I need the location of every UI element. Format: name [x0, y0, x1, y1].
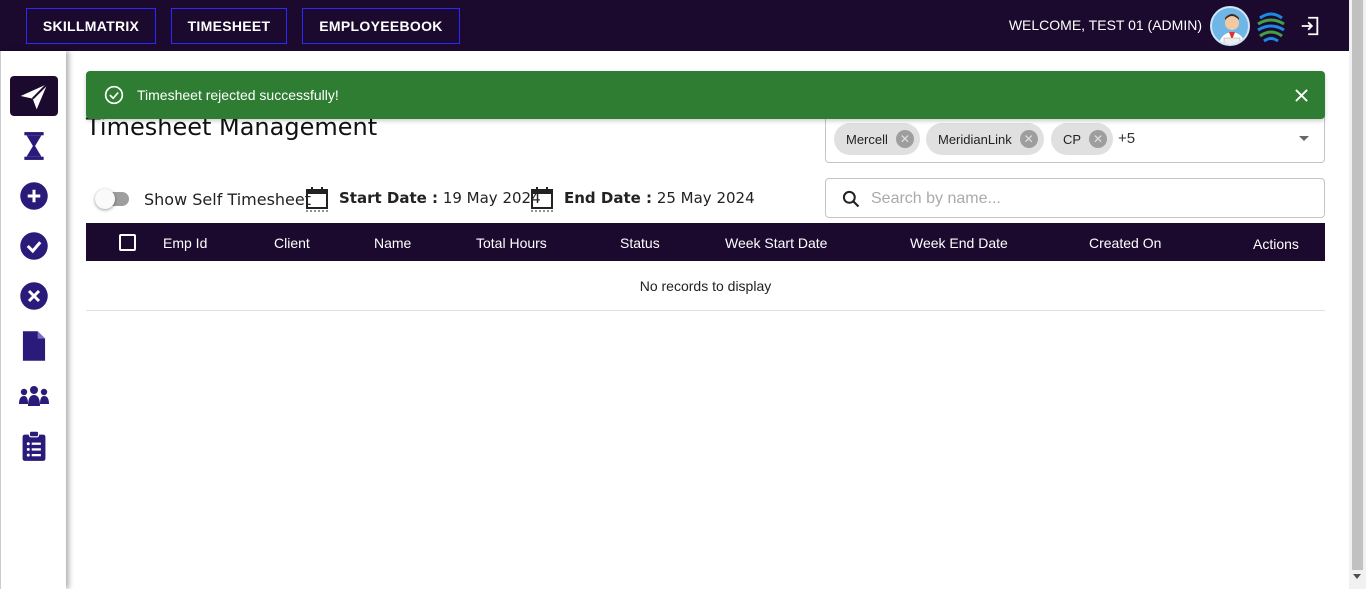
- sidebar-item-add[interactable]: [10, 176, 58, 216]
- sidebar-item-clipboard[interactable]: [10, 426, 58, 466]
- check-circle-icon: [20, 232, 48, 260]
- end-date-text: End Date : 25 May 2024: [564, 189, 755, 207]
- column-header-client[interactable]: Client: [274, 235, 310, 251]
- top-navigation-bar: SKILLMATRIX TIMESHEET EMPLOYEEBOOK WELCO…: [0, 0, 1349, 51]
- sidebar-item-approve[interactable]: [10, 226, 58, 266]
- column-header-name[interactable]: Name: [374, 235, 411, 251]
- table-header: Emp Id Client Name Total Hours Status We…: [86, 223, 1325, 261]
- sidebar-item-reject[interactable]: [10, 276, 58, 316]
- nav-employeebook-button[interactable]: EMPLOYEEBOOK: [302, 8, 460, 44]
- user-avatar[interactable]: [1210, 6, 1250, 46]
- sidebar-item-hourglass[interactable]: [10, 126, 58, 166]
- chip-label: CP: [1063, 131, 1082, 147]
- welcome-text: WELCOME, TEST 01 (ADMIN): [1008, 17, 1202, 33]
- column-header-created-on[interactable]: Created On: [1089, 235, 1161, 251]
- client-chip-cp[interactable]: CP ✕: [1051, 123, 1114, 155]
- close-icon[interactable]: [1295, 89, 1308, 102]
- end-date-label: End Date :: [564, 189, 653, 207]
- chip-label: Mercell: [846, 131, 888, 147]
- sidebar: [0, 51, 66, 589]
- logout-icon[interactable]: [1299, 15, 1321, 37]
- chip-remove-icon[interactable]: ✕: [1019, 130, 1038, 148]
- column-header-status[interactable]: Status: [620, 235, 660, 251]
- show-self-timesheet-toggle[interactable]: [95, 189, 133, 209]
- more-chips-count: +5: [1118, 130, 1136, 147]
- add-circle-icon: [20, 182, 48, 210]
- column-header-week-end-date[interactable]: Week End Date: [910, 235, 1008, 251]
- empty-table-message: No records to display: [86, 261, 1325, 311]
- chevron-down-icon[interactable]: [1299, 136, 1309, 141]
- column-header-emp-id[interactable]: Emp Id: [163, 235, 207, 251]
- globe-logo: [1257, 12, 1285, 43]
- search-input[interactable]: [871, 188, 1301, 210]
- start-date-label: Start Date :: [339, 189, 439, 207]
- end-date-calendar-icon[interactable]: [530, 186, 554, 212]
- client-chip-meridianlink[interactable]: MeridianLink ✕: [926, 123, 1044, 155]
- cancel-circle-icon: [20, 282, 48, 310]
- column-header-week-start-date[interactable]: Week Start Date: [725, 235, 827, 251]
- chip-label: MeridianLink: [938, 131, 1012, 147]
- clipboard-list-icon: [22, 430, 46, 461]
- team-icon: [19, 386, 49, 406]
- sidebar-item-send[interactable]: [10, 76, 58, 116]
- nav-timesheet-button[interactable]: TIMESHEET: [171, 8, 287, 44]
- select-all-checkbox[interactable]: [119, 234, 136, 251]
- document-icon: [22, 331, 46, 361]
- hourglass-icon: [24, 132, 44, 160]
- scrollbar-thumb[interactable]: [1352, 0, 1363, 570]
- search-box[interactable]: [825, 178, 1325, 218]
- client-multiselect[interactable]: Mercell ✕ MeridianLink ✕ CP ✕ +5: [825, 115, 1325, 163]
- client-chip-mercell[interactable]: Mercell ✕: [834, 123, 920, 155]
- start-date-calendar-icon[interactable]: [305, 186, 329, 212]
- sidebar-item-document[interactable]: [10, 326, 58, 366]
- toggle-knob: [95, 189, 115, 209]
- nav-skillmatrix-button[interactable]: SKILLMATRIX: [26, 8, 156, 44]
- search-icon: [842, 190, 860, 208]
- column-header-actions: Actions: [1253, 236, 1299, 252]
- end-date-value: 25 May 2024: [656, 189, 755, 207]
- sidebar-item-team[interactable]: [10, 376, 58, 416]
- start-date-text: Start Date : 19 May 2024: [339, 189, 541, 207]
- show-self-timesheet-label: Show Self Timesheet: [144, 190, 312, 209]
- toast-message: Timesheet rejected successfully!: [137, 87, 339, 103]
- column-header-total-hours[interactable]: Total Hours: [476, 235, 547, 251]
- success-toast: Timesheet rejected successfully!: [86, 71, 1325, 119]
- start-date-value: 19 May 2024: [442, 189, 541, 207]
- check-circle-outline-icon: [104, 85, 124, 105]
- chip-remove-icon[interactable]: ✕: [895, 130, 914, 148]
- chip-remove-icon[interactable]: ✕: [1089, 130, 1108, 148]
- send-icon: [20, 83, 49, 110]
- scroll-down-arrow-icon[interactable]: [1353, 574, 1361, 579]
